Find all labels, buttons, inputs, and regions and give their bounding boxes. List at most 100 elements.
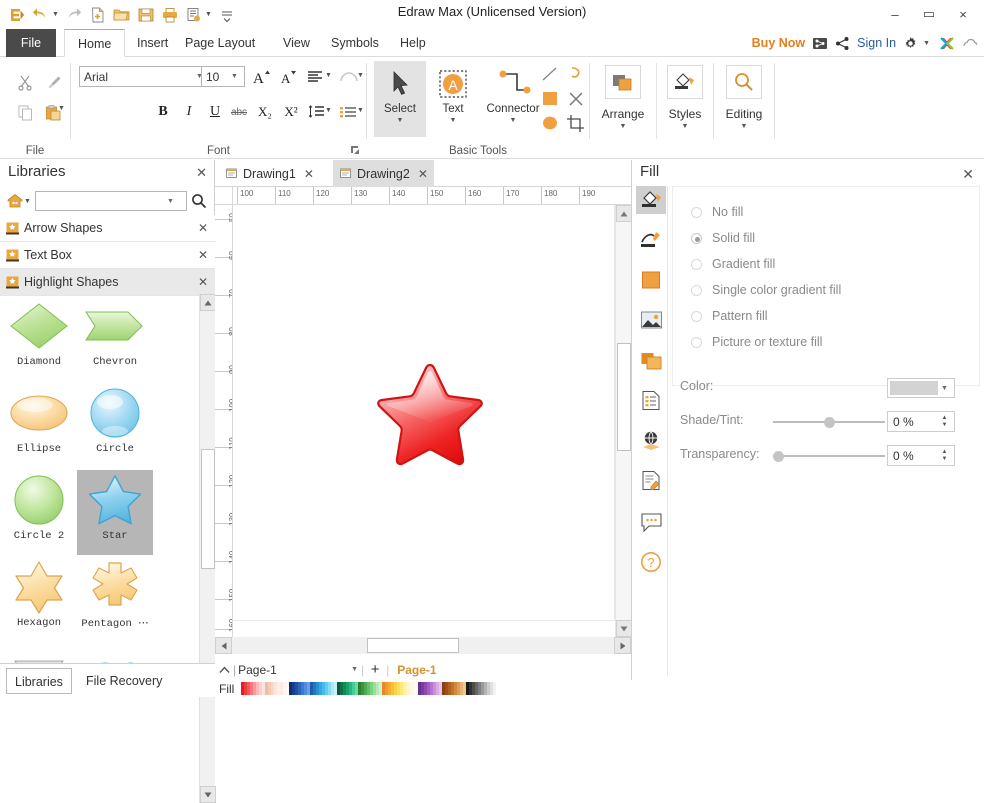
buy-now-button[interactable]: Buy Now [752,36,805,50]
document-tab-drawing2[interactable]: Drawing2 ✕ [333,160,434,187]
home-dropdown-caret[interactable]: ▼ [24,198,31,205]
library-item-close-icon[interactable]: ✕ [191,248,215,262]
gear-dropdown-caret[interactable]: ▼ [923,40,930,47]
transparency-slider[interactable] [773,449,885,463]
library-item-close-icon[interactable]: ✕ [191,275,215,289]
gear-icon[interactable] [903,36,918,51]
align-left-button[interactable] [303,66,327,88]
shade-tint-slider[interactable] [773,415,885,429]
menu-tab-file[interactable]: File [6,29,56,57]
arrange-dropdown-caret[interactable]: ▼ [590,123,656,130]
styles-button[interactable] [667,65,703,99]
canvas-vertical-scrollbar[interactable] [615,205,631,637]
cross-tool[interactable] [563,87,589,111]
bullet-list-button[interactable] [337,101,359,123]
fill-panel-close-icon[interactable]: ✕ [962,166,974,183]
menu-tab-help[interactable]: Help [387,29,439,57]
underline-button[interactable]: U [205,101,225,123]
libraries-scrollbar[interactable] [199,294,215,803]
crop-tool[interactable] [563,111,589,135]
new-icon[interactable] [87,4,109,26]
fill-option-gradient-fill[interactable]: Gradient fill [691,257,775,271]
add-page-button[interactable]: + [364,661,386,678]
document-tab-close-icon[interactable]: ✕ [304,167,314,181]
tab-file-recovery[interactable]: File Recovery [78,668,170,694]
fill-swatch[interactable] [493,682,496,695]
paste-dropdown-caret[interactable]: ▼ [58,105,65,112]
scrollbar-thumb[interactable] [617,343,631,451]
open-icon[interactable] [111,4,133,26]
libraries-search-input[interactable] [36,195,164,207]
minimize-button[interactable]: – [878,2,912,26]
cut-button[interactable] [12,69,38,95]
bold-button[interactable]: B [153,101,173,123]
canvas-horizontal-scrollbar[interactable] [215,637,631,654]
print-icon[interactable] [159,4,181,26]
tab-libraries[interactable]: Libraries [6,668,72,694]
italic-button[interactable]: I [179,101,199,123]
scroll-right-icon[interactable] [614,637,631,654]
search-icon[interactable] [187,191,211,211]
text-tool[interactable]: A Text ▼ [427,61,479,137]
shape-item-ellipse[interactable]: Ellipse [1,383,77,468]
note-icon[interactable] [636,466,666,494]
libraries-close-icon[interactable]: ✕ [196,165,207,181]
arrange-button[interactable] [605,65,641,99]
page-select-caret-icon[interactable]: ▼ [348,666,361,673]
share-icon[interactable] [835,36,850,51]
picture-icon[interactable] [636,306,666,334]
fill-option-no-fill[interactable]: No fill [691,205,743,219]
color-dropdown-caret-icon[interactable]: ▼ [938,385,951,392]
spinner-down-icon[interactable]: ▼ [942,457,948,462]
scroll-up-icon[interactable] [616,205,632,222]
rectangle-tool[interactable] [537,87,563,111]
paste-button[interactable] [40,99,66,125]
copy-button[interactable] [12,99,38,125]
undo-dropdown-caret[interactable]: ▼ [52,11,59,18]
scrollbar-thumb[interactable] [367,638,459,653]
help-icon[interactable]: ? [636,548,666,576]
current-page-label[interactable]: Page-1 [397,663,436,677]
document-properties-icon[interactable] [636,386,666,414]
libraries-search-box[interactable]: ▼ [35,191,187,211]
shape-item-circle[interactable]: Circle [77,383,153,468]
page-select[interactable]: | Page-1 ▼ [233,661,361,678]
shape-item-circle-2[interactable]: Circle 2 [1,470,77,555]
slider-knob[interactable] [824,417,835,428]
spinner-up-icon[interactable]: ▲ [942,450,948,455]
close-button[interactable]: × [946,2,980,26]
export-icon[interactable] [812,36,828,51]
ellipse-tool[interactable] [537,111,563,135]
menu-tab-view[interactable]: View [270,29,323,57]
slider-knob[interactable] [773,451,784,462]
scrollbar-thumb[interactable] [201,449,215,569]
spinner-down-icon[interactable]: ▼ [942,423,948,428]
home-icon[interactable] [4,191,26,211]
spinner-up-icon[interactable]: ▲ [942,416,948,421]
comment-icon[interactable] [636,508,666,536]
shadow-color-icon[interactable] [636,266,666,294]
align-dropdown-caret[interactable]: ▼ [325,72,332,79]
select-tool-caret-icon[interactable]: ▼ [374,117,426,124]
save-icon[interactable] [135,4,157,26]
line-spacing-dropdown-caret[interactable]: ▼ [325,107,332,114]
library-item-text-box[interactable]: Text Box ✕ [0,242,215,269]
redo-icon[interactable] [63,4,85,26]
cloud-icon[interactable] [962,37,978,50]
format-painter-button[interactable] [41,69,67,95]
fill-swatch-list[interactable] [241,682,984,695]
sign-in-button[interactable]: Sign In [857,36,896,50]
superscript-button[interactable]: X² [280,101,302,123]
fill-option-picture-or-texture-fill[interactable]: Picture or texture fill [691,335,822,349]
line-tool-icon[interactable] [636,226,666,254]
spinner-arrows[interactable]: ▲ ▼ [938,416,954,428]
shape-item-diamond[interactable]: Diamond [1,296,77,381]
undo-icon[interactable] [30,4,52,26]
shape-item-hexagon[interactable]: Hexagon [1,557,77,642]
arc-tool[interactable] [563,62,589,86]
strikethrough-button[interactable]: abc [227,101,251,123]
transparency-value[interactable]: 0 % [888,449,938,463]
layers-icon[interactable] [636,346,666,374]
shade-tint-spinner[interactable]: 0 % ▲ ▼ [887,411,955,432]
shape-item-star[interactable]: Star [77,470,153,555]
